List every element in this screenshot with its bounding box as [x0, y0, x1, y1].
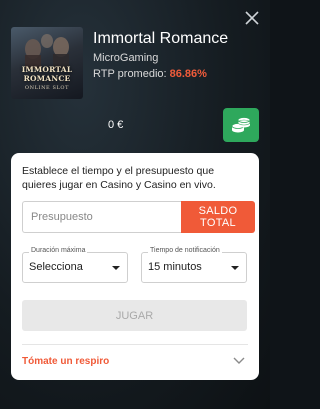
- game-header: IMMORTAL ROMANCE ONLINE SLOT Immortal Ro…: [11, 27, 259, 107]
- budget-group: SALDO TOTAL: [22, 201, 255, 233]
- game-provider: MicroGaming: [93, 52, 159, 64]
- notification-time-select[interactable]: Tiempo de notificación 15 minutos: [141, 247, 247, 283]
- caret-down-icon: [231, 266, 239, 270]
- close-icon[interactable]: [244, 10, 260, 26]
- notification-time-value: 15 minutos: [148, 261, 202, 273]
- chevron-down-icon[interactable]: [233, 356, 245, 366]
- caret-down-icon: [112, 266, 120, 270]
- thumbnail-subtitle: ONLINE SLOT: [24, 85, 70, 91]
- game-thumbnail: IMMORTAL ROMANCE ONLINE SLOT: [11, 27, 83, 99]
- rtp-label: RTP promedio:: [93, 68, 167, 80]
- limits-card: Establece el tiempo y el presupuesto que…: [11, 153, 259, 380]
- divider: [22, 344, 248, 345]
- max-duration-select[interactable]: Duración máxima Selecciona: [22, 247, 128, 283]
- coins-icon: [231, 117, 251, 133]
- budget-input[interactable]: [22, 201, 181, 233]
- limits-intro-text: Establece el tiempo y el presupuesto que…: [22, 165, 216, 191]
- rtp-value: 86.86%: [169, 68, 207, 80]
- notification-time-label: Tiempo de notificación: [148, 247, 222, 254]
- total-balance-button[interactable]: SALDO TOTAL: [181, 201, 255, 233]
- max-duration-label: Duración máxima: [29, 247, 88, 254]
- game-title: Immortal Romance: [93, 30, 229, 47]
- coins-button[interactable]: [223, 108, 259, 142]
- rtp-line: RTP promedio: 86.86%: [93, 68, 207, 80]
- max-duration-value: Selecciona: [29, 261, 83, 273]
- balance-amount: 0 €: [108, 119, 124, 131]
- take-break-link[interactable]: Tómate un respiro: [22, 356, 109, 367]
- thumbnail-title: IMMORTAL ROMANCE: [21, 65, 73, 83]
- play-button[interactable]: JUGAR: [22, 300, 247, 331]
